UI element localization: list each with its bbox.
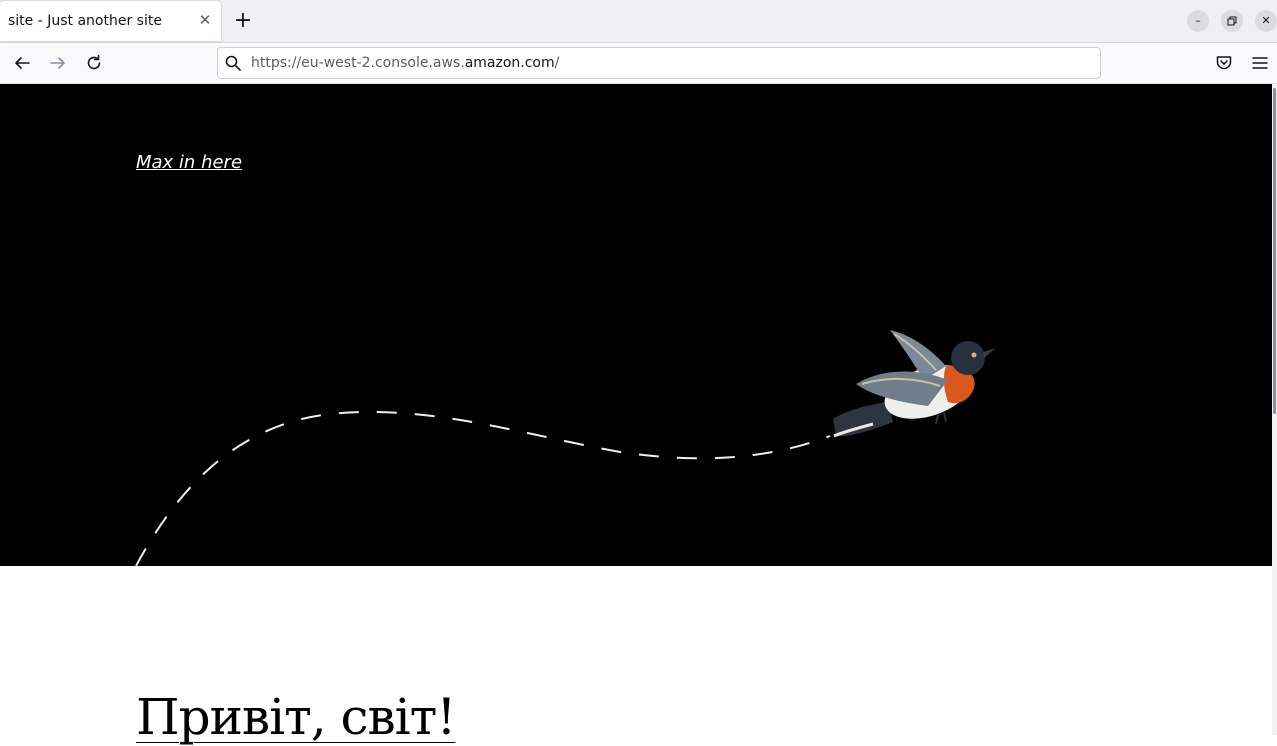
- url-suffix: /: [554, 55, 560, 71]
- header-hero: Max in here: [0, 84, 1272, 566]
- scrollbar-thumb[interactable]: [1273, 88, 1276, 414]
- url-text: https://eu-west-2.console.aws.amazon.com…: [251, 55, 559, 71]
- nav-bar: https://eu-west-2.console.aws.amazon.com…: [0, 43, 1277, 84]
- minimize-icon[interactable]: –: [1187, 10, 1209, 32]
- url-bar[interactable]: https://eu-west-2.console.aws.amazon.com…: [217, 47, 1101, 79]
- browser-tab[interactable]: site - Just another site ✕: [0, 1, 221, 41]
- flight-path: [135, 411, 831, 566]
- hamburger-menu-icon[interactable]: [1249, 52, 1271, 74]
- back-arrow-icon[interactable]: [11, 52, 33, 74]
- plus-icon[interactable]: +: [232, 10, 254, 32]
- url-prefix: https://eu-west-2.console.aws.: [251, 55, 465, 71]
- bird-illustration: [833, 330, 996, 438]
- restore-icon[interactable]: [1221, 10, 1243, 32]
- close-window-icon[interactable]: ✕: [1255, 10, 1277, 32]
- tab-title: site - Just another site: [8, 13, 162, 29]
- reload-icon[interactable]: [83, 52, 105, 74]
- close-icon[interactable]: ✕: [196, 11, 214, 29]
- url-domain: amazon.com: [464, 55, 555, 71]
- tab-strip: site - Just another site ✕ + – ✕: [0, 0, 1277, 43]
- post-title-link[interactable]: Привіт, світ!: [136, 688, 456, 746]
- search-icon: [225, 55, 241, 75]
- pocket-icon[interactable]: [1213, 52, 1235, 74]
- forward-arrow-icon[interactable]: [47, 52, 69, 74]
